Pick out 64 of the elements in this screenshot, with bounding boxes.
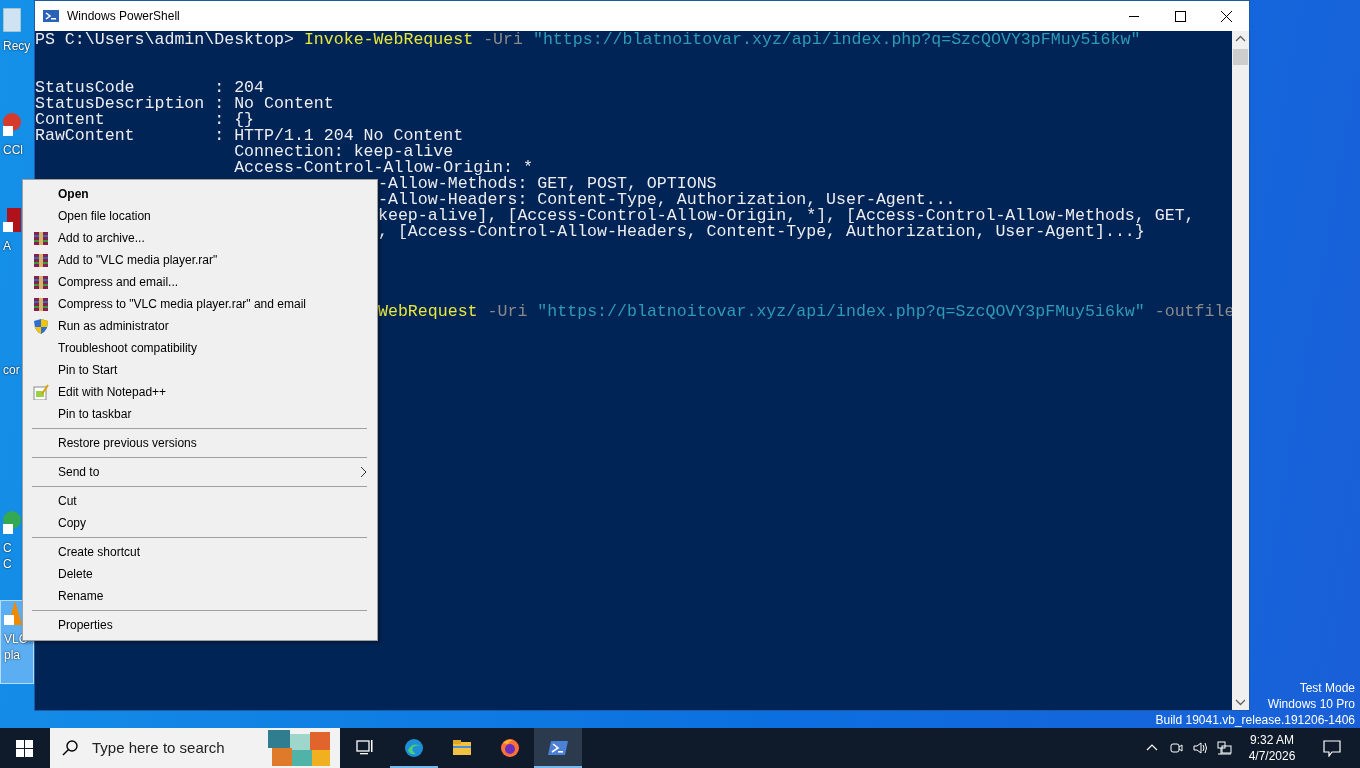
menu-item[interactable]: Edit with Notepad++: [25, 381, 375, 403]
clock-time: 9:32 AM: [1249, 732, 1295, 748]
folder-icon: [452, 738, 472, 758]
console-text: -Uri: [482, 32, 524, 48]
window-title: Windows PowerShell: [67, 8, 180, 25]
menu-item[interactable]: Cut: [25, 490, 375, 512]
console-text: -Allow-Headers: Content-Type, Authorization, User-Agent...: [378, 192, 956, 208]
speech-bubble-icon: [1323, 739, 1341, 757]
maximize-icon: [1174, 10, 1186, 22]
console-text: Invoke-WebRequest: [303, 32, 474, 48]
console-text: StatusDescription : No Content: [35, 96, 334, 112]
console-text: Connection: keep-alive: [234, 144, 454, 160]
console-text: RawContent : HTTP/1.1 204 No Content: [35, 128, 464, 144]
console-text: -Uri: [486, 304, 529, 320]
close-icon: [1220, 10, 1232, 22]
notepad-icon: [33, 384, 49, 400]
console-text: PS C:\Users\admin\Desktop>: [35, 32, 295, 48]
console-text: StatusCode : 204: [35, 80, 265, 96]
clock[interactable]: 9:32 AM 4/7/2026: [1240, 732, 1304, 764]
menu-item[interactable]: Properties: [25, 614, 375, 636]
scroll-thumb[interactable]: [1233, 49, 1248, 65]
puzzle-icon: [266, 728, 332, 768]
shortcut-icon: [3, 510, 21, 534]
archive-icon: [33, 252, 49, 268]
menu-item[interactable]: Pin to taskbar: [25, 403, 375, 425]
menu-item[interactable]: Troubleshoot compatibility: [25, 337, 375, 359]
watermark-text: Build 19041.vb_release.191206-1406: [1155, 712, 1355, 728]
menu-item[interactable]: Compress to "VLC media player.rar" and email: [25, 293, 375, 315]
console-text: , [Access-Control-Allow-Headers, Content-Type, Authorization, User-Agent]...}: [378, 224, 1145, 240]
watermark-text: Windows 10 Pro: [1267, 696, 1355, 712]
taskbar-app[interactable]: [534, 728, 582, 768]
shortcut-icon: [3, 8, 21, 32]
edge-icon: [404, 738, 424, 758]
console-text: -Allow-Methods: GET, POST, OPTIONS: [378, 176, 717, 192]
shortcut-icon: [3, 112, 21, 136]
shield-icon: [33, 318, 49, 334]
shortcut-icon: [3, 208, 21, 232]
search-icon: [62, 740, 78, 756]
shortcut-icon: [4, 601, 22, 625]
menu-item[interactable]: Send to: [25, 461, 375, 483]
firefox-icon: [500, 738, 520, 758]
archive-icon: [33, 274, 49, 290]
menu-item[interactable]: Pin to Start: [25, 359, 375, 381]
watermark-text: Test Mode: [1299, 680, 1355, 696]
powershell-icon: [548, 738, 568, 758]
console-text: WebRequest: [378, 304, 478, 320]
network-icon: [1216, 740, 1232, 756]
console-text: "https://blatnoitovar.xyz/api/index.php?q=SzcQOVY3pFMuy5i6kw": [537, 304, 1145, 320]
windows-logo-icon: [15, 739, 33, 757]
console-text: "https://blatnoitovar.xyz/api/index.php?q=SzcQOVY3pFMuy5i6kw": [532, 32, 1141, 48]
archive-icon: [33, 296, 49, 312]
console-text: Content : {}: [35, 112, 255, 128]
clock-date: 4/7/2026: [1247, 748, 1297, 764]
archive-icon: [33, 230, 49, 246]
menu-item[interactable]: Run as administrator: [25, 315, 375, 337]
camera-icon: [1168, 740, 1184, 756]
search-input[interactable]: Type here to search: [92, 736, 262, 760]
volume-icon: [1192, 740, 1208, 756]
scrollbar[interactable]: [1232, 31, 1249, 710]
console-text: Access-Control-Allow-Origin: *: [234, 160, 533, 176]
search-field[interactable]: Type here to search: [50, 728, 340, 768]
powershell-icon: [43, 8, 59, 24]
console-text: keep-alive], [Access-Control-Allow-Origin, *], [Access-Control-Allow-Methods, GET,: [378, 208, 1195, 224]
menu-item[interactable]: Restore previous versions: [25, 432, 375, 454]
